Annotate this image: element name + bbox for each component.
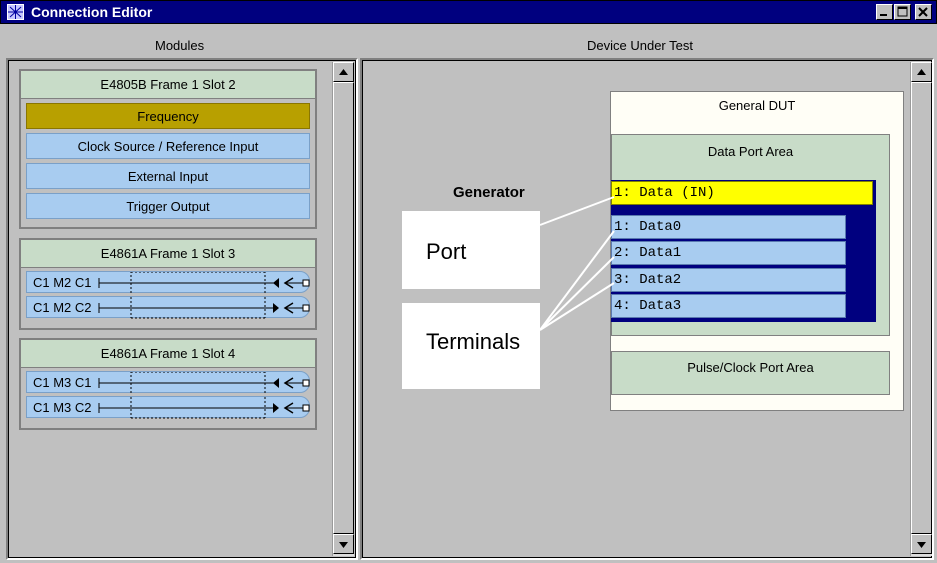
callout-lines <box>539 196 615 331</box>
